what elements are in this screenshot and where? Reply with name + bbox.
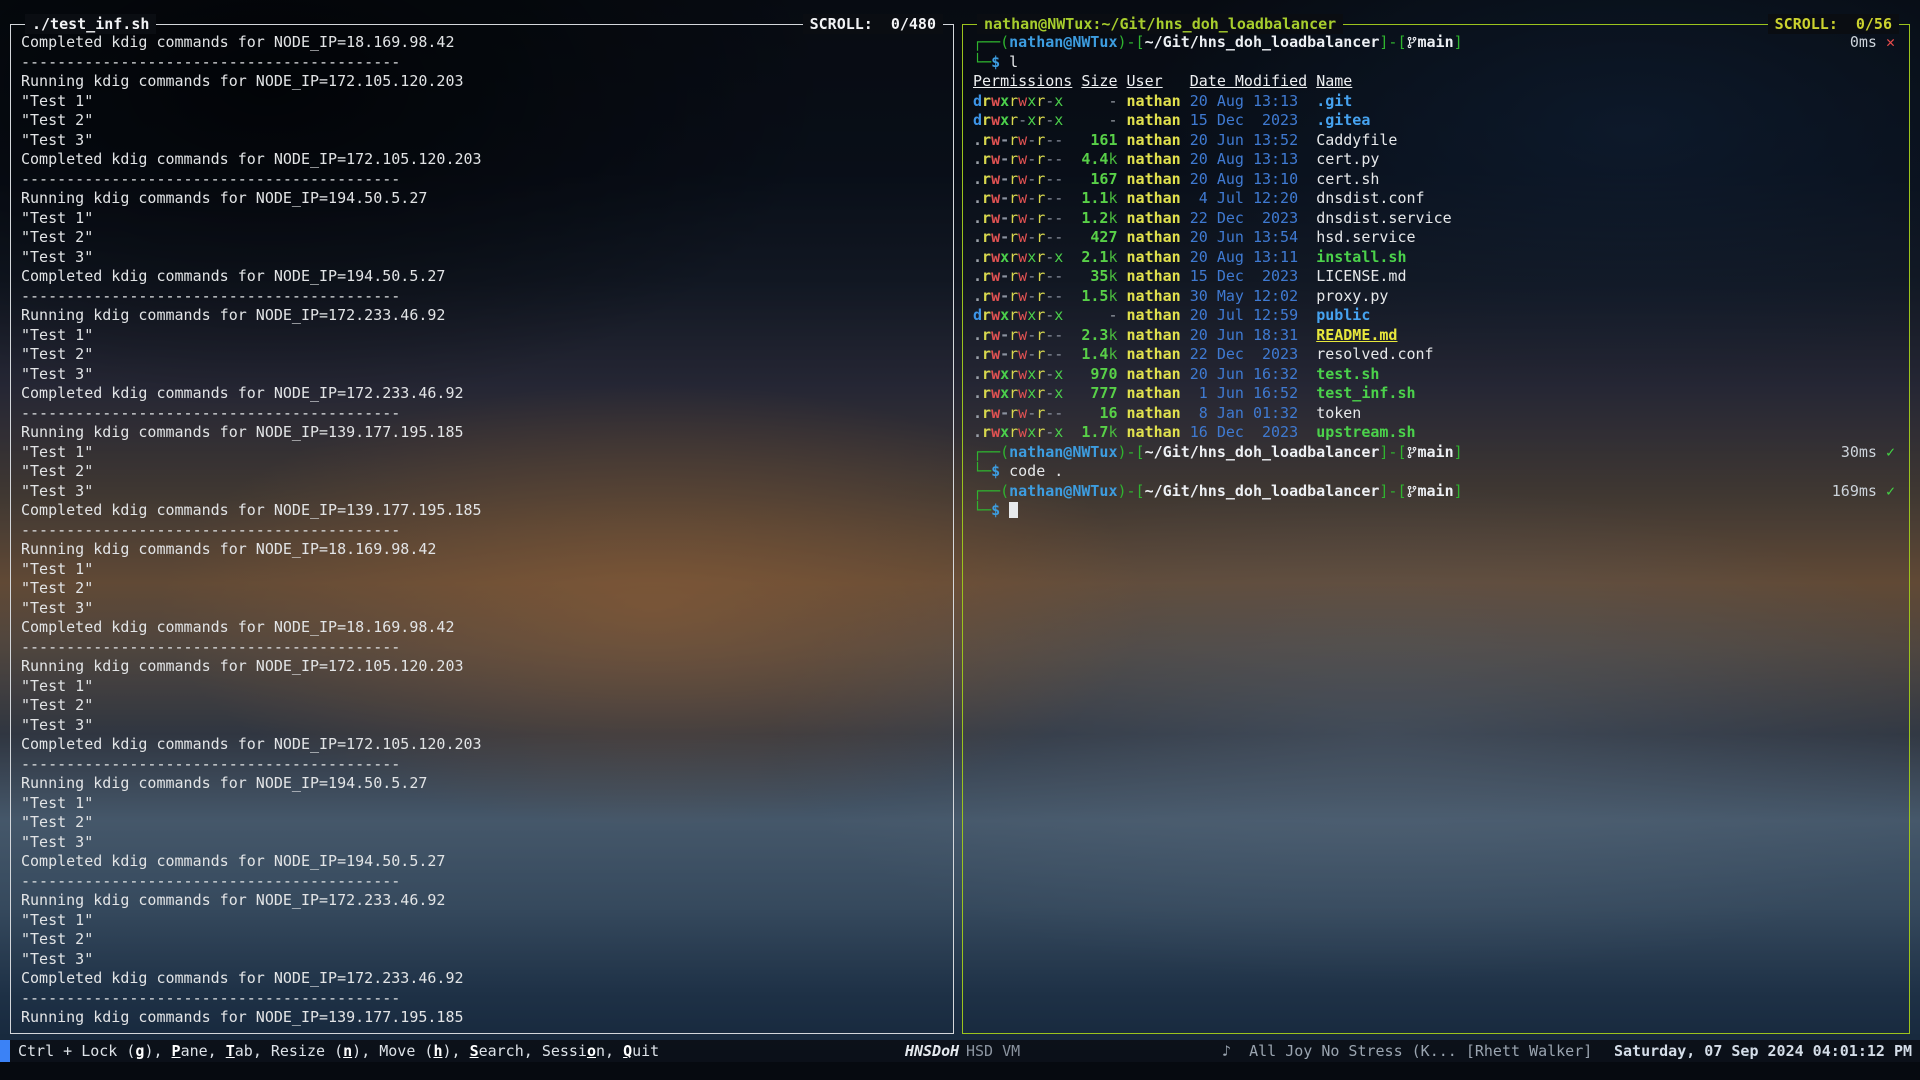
git-branch-icon xyxy=(1407,36,1417,49)
hint-item[interactable]: Quit xyxy=(623,1042,659,1060)
exit-status-icon: ✓ xyxy=(1886,482,1895,500)
status-bar: Ctrl + Lock (g), Pane, Tab, Resize (n), … xyxy=(0,1040,1920,1062)
terminal-cursor xyxy=(1009,502,1018,518)
file-row: .rw-rw-r-- 4.4k nathan 20 Aug 13:13 cert… xyxy=(973,150,1903,170)
session-name: HNSDoH xyxy=(905,1040,959,1062)
bottom-strip xyxy=(0,1062,1920,1080)
file-row: .rwxrwxr-x 777 nathan 1 Jun 16:52 test_i… xyxy=(973,384,1903,404)
file-name: README.md xyxy=(1316,326,1397,344)
file-row: drwxr-xr-x - nathan 15 Dec 2023 .gitea xyxy=(973,111,1903,131)
file-name: upstream.sh xyxy=(1316,423,1415,441)
file-name: install.sh xyxy=(1316,248,1406,266)
hint-prefix: Ctrl + xyxy=(18,1042,81,1060)
file-name: LICENSE.md xyxy=(1316,267,1406,285)
file-row: .rwxrwxr-x 1.7k nathan 16 Dec 2023 upstr… xyxy=(973,423,1903,443)
status-accent-block xyxy=(0,1040,10,1062)
now-playing: ♪ All Joy No Stress (K... [Rhett Walker] xyxy=(1222,1040,1592,1062)
file-name: .git xyxy=(1316,92,1352,110)
song-title: All Joy No Stress (K... [Rhett Walker] xyxy=(1249,1042,1592,1060)
file-name: token xyxy=(1316,404,1361,422)
command-line[interactable]: └─$ xyxy=(973,501,1903,521)
file-row: .rw-rw-r-- 2.3k nathan 20 Jun 18:31 READ… xyxy=(973,326,1903,346)
pane-title-right: nathan@NWTux:~/Git/hns_doh_loadbalancer xyxy=(977,14,1343,34)
prompt-line: ┌──(nathan@NWTux)-[~/Git/hns_doh_loadbal… xyxy=(973,33,1903,53)
file-name: public xyxy=(1316,306,1370,324)
hint-item[interactable]: Resize (n) xyxy=(271,1042,361,1060)
scroll-indicator-right: SCROLL: 0/56 xyxy=(1768,14,1899,34)
command-duration: 0ms ✕ xyxy=(1850,33,1895,53)
desktop-screen: ./test_inf.sh SCROLL: 0/480 Completed kdi… xyxy=(0,0,1920,1080)
file-name: dnsdist.conf xyxy=(1316,189,1424,207)
listing-header: Permissions Size User Date Modified Name xyxy=(973,72,1903,92)
prompt-line: ┌──(nathan@NWTux)-[~/Git/hns_doh_loadbal… xyxy=(973,443,1903,463)
music-note-icon: ♪ xyxy=(1222,1042,1231,1060)
command-line: └─$ l xyxy=(973,53,1903,73)
git-branch-icon xyxy=(1407,485,1417,498)
file-name: proxy.py xyxy=(1316,287,1388,305)
command-duration: 169ms ✓ xyxy=(1832,482,1895,502)
file-name: Caddyfile xyxy=(1316,131,1397,149)
prompt-line: ┌──(nathan@NWTux)-[~/Git/hns_doh_loadbal… xyxy=(973,482,1903,502)
command-duration: 30ms ✓ xyxy=(1841,443,1895,463)
file-row: .rwxrwxr-x 2.1k nathan 20 Aug 13:11 inst… xyxy=(973,248,1903,268)
file-row: .rw-rw-r-- 35k nathan 15 Dec 2023 LICENS… xyxy=(973,267,1903,287)
file-row: .rw-rw-r-- 167 nathan 20 Aug 13:10 cert.… xyxy=(973,170,1903,190)
file-name: cert.sh xyxy=(1316,170,1379,188)
file-row: .rw-rw-r-- 1.4k nathan 22 Dec 2023 resol… xyxy=(973,345,1903,365)
keybinding-hints[interactable]: Ctrl + Lock (g), Pane, Tab, Resize (n), … xyxy=(18,1040,659,1062)
host-label: HSD VM xyxy=(966,1040,1020,1062)
file-name: cert.py xyxy=(1316,150,1379,168)
exit-status-icon: ✕ xyxy=(1886,33,1895,51)
left-pane-content: Completed kdig commands for NODE_IP=18.1… xyxy=(21,33,947,1029)
exit-status-icon: ✓ xyxy=(1886,443,1895,461)
clock: Saturday, 07 Sep 2024 04:01:12 PM xyxy=(1614,1040,1912,1062)
file-name: test.sh xyxy=(1316,365,1379,383)
hint-item[interactable]: Move (h) xyxy=(379,1042,451,1060)
file-name: .gitea xyxy=(1316,111,1370,129)
file-row: .rwxrwxr-x 970 nathan 20 Jun 16:32 test.… xyxy=(973,365,1903,385)
file-name: dnsdist.service xyxy=(1316,209,1451,227)
scroll-value: 0/480 xyxy=(891,15,936,33)
file-row: .rw-rw-r-- 427 nathan 20 Jun 13:54 hsd.s… xyxy=(973,228,1903,248)
file-row: .rw-rw-r-- 1.2k nathan 22 Dec 2023 dnsdi… xyxy=(973,209,1903,229)
file-row: .rw-rw-r-- 16 nathan 8 Jan 01:32 token xyxy=(973,404,1903,424)
scroll-label: SCROLL: xyxy=(1775,15,1838,33)
git-branch-icon xyxy=(1407,446,1417,459)
scroll-label: SCROLL: xyxy=(810,15,873,33)
file-row: .rw-rw-r-- 1.1k nathan 4 Jul 12:20 dnsdi… xyxy=(973,189,1903,209)
file-row: drwxrwxr-x - nathan 20 Jul 12:59 public xyxy=(973,306,1903,326)
command-line: └─$ code . xyxy=(973,462,1903,482)
file-row: .rw-rw-r-- 1.5k nathan 30 May 12:02 prox… xyxy=(973,287,1903,307)
scroll-value: 0/56 xyxy=(1856,15,1892,33)
pane-test-script[interactable]: ./test_inf.sh SCROLL:0/480 Completed kdi… xyxy=(10,24,954,1034)
pane-shell[interactable]: nathan@NWTux:~/Git/hns_doh_loadbalancer … xyxy=(962,24,1910,1034)
file-name: test_inf.sh xyxy=(1316,384,1415,402)
file-row: drwxrwxr-x - nathan 20 Aug 13:13 .git xyxy=(973,92,1903,112)
hint-item[interactable]: Lock (g) xyxy=(81,1042,153,1060)
hint-item[interactable]: Tab xyxy=(226,1042,253,1060)
file-row: .rw-rw-r-- 161 nathan 20 Jun 13:52 Caddy… xyxy=(973,131,1903,151)
scroll-indicator-left: SCROLL: 0/480 xyxy=(803,14,943,34)
hint-item[interactable]: Session xyxy=(542,1042,605,1060)
hint-item[interactable]: Pane xyxy=(172,1042,208,1060)
file-name: hsd.service xyxy=(1316,228,1415,246)
hint-item[interactable]: Search xyxy=(470,1042,524,1060)
pane-title-left: ./test_inf.sh xyxy=(25,14,156,34)
right-pane-content: ┌──(nathan@NWTux)-[~/Git/hns_doh_loadbal… xyxy=(973,33,1903,1029)
file-name: resolved.conf xyxy=(1316,345,1433,363)
